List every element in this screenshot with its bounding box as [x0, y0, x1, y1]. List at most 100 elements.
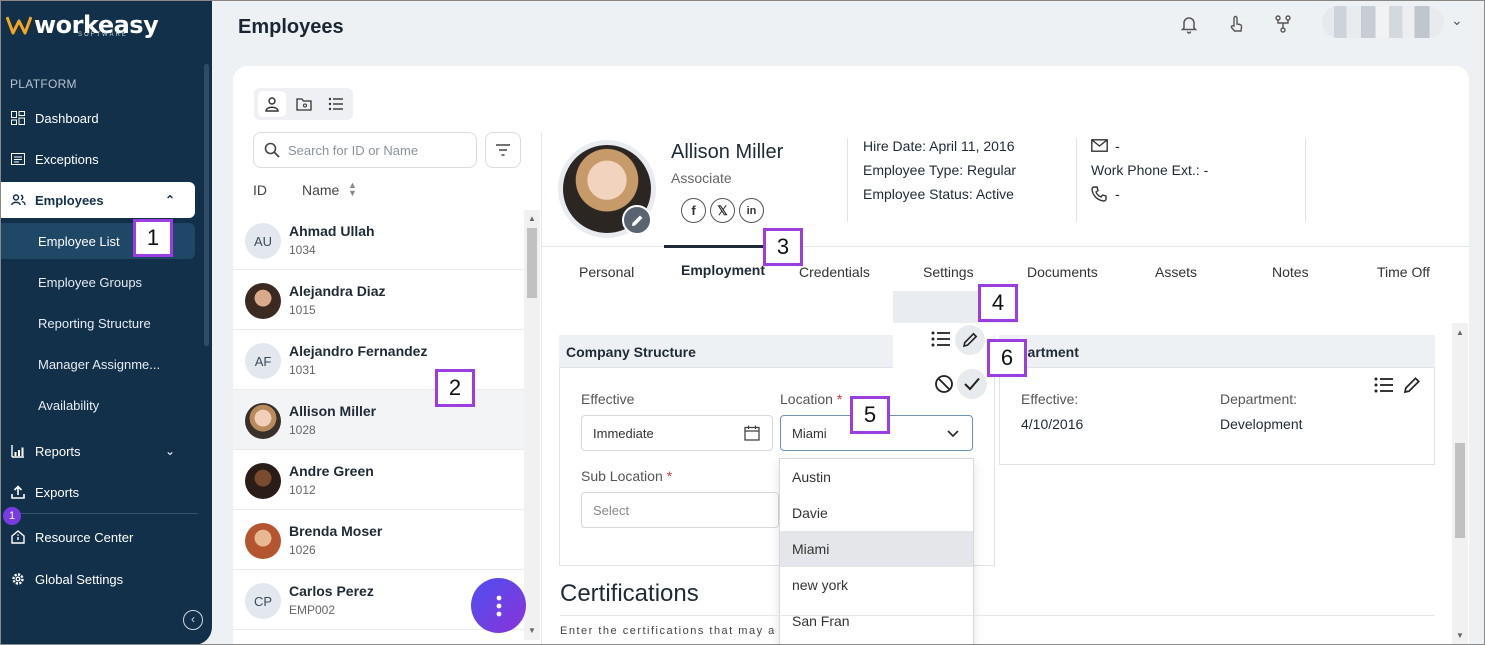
- content-scrollbar[interactable]: ▲ ▼: [1452, 323, 1468, 645]
- phone-value: -: [1115, 186, 1120, 202]
- certifications-divider: [560, 615, 1435, 616]
- scroll-down-icon[interactable]: ▼: [528, 626, 536, 635]
- sidebar-scrollbar[interactable]: [204, 64, 209, 346]
- sidebar-subitem-reporting-structure[interactable]: Reporting Structure: [0, 305, 195, 341]
- bell-icon[interactable]: [1179, 14, 1199, 34]
- employee-name: Allison Miller: [289, 403, 377, 419]
- certifications-title: Certifications: [560, 580, 699, 607]
- profile-divider: [847, 138, 848, 222]
- list-item[interactable]: Andre Green 1012: [233, 450, 524, 510]
- platform-section-label: PLATFORM: [10, 77, 77, 91]
- certifications-subtitle: Enter the certifications that may a: [560, 625, 776, 637]
- dropdown-option[interactable]: Davie: [780, 495, 973, 531]
- sidebar-item-reports[interactable]: Reports ⌄: [0, 433, 195, 469]
- user-avatar[interactable]: [1322, 6, 1444, 38]
- effective-field[interactable]: Immediate: [581, 415, 773, 451]
- more-actions-button[interactable]: [471, 578, 526, 633]
- column-header-name[interactable]: Name: [302, 182, 339, 198]
- x-twitter-icon[interactable]: 𝕏: [710, 198, 735, 223]
- pencil-icon[interactable]: [1401, 374, 1423, 396]
- tab-settings[interactable]: Settings: [923, 264, 974, 280]
- sidebar-item-dashboard[interactable]: Dashboard: [0, 100, 195, 136]
- scroll-up-icon[interactable]: ▲: [528, 214, 536, 223]
- employee-list: AU Ahmad Ullah 1034 Alejandra Diaz 1015 …: [233, 210, 524, 645]
- upload-icon: [10, 484, 26, 500]
- sidebar-subitem-employee-groups[interactable]: Employee Groups: [0, 264, 195, 300]
- facebook-icon[interactable]: f: [681, 198, 706, 223]
- filter-button[interactable]: [485, 132, 521, 168]
- profile-divider: [1076, 138, 1077, 222]
- employee-name: Alejandro Fernandez: [289, 343, 428, 359]
- list-icon: [328, 97, 343, 111]
- location-label: Location *: [780, 391, 843, 407]
- list-item[interactable]: Brenda Moser 1026: [233, 510, 524, 570]
- confirm-button[interactable]: [957, 369, 987, 399]
- resource-icon: [10, 529, 26, 545]
- scroll-up-icon[interactable]: ▲: [1456, 328, 1464, 337]
- list-scrollbar[interactable]: ▲ ▼: [524, 210, 540, 640]
- sort-icon[interactable]: ▲ ▼: [348, 181, 357, 198]
- scroll-down-icon[interactable]: ▼: [1456, 631, 1464, 640]
- phone-icon: [1091, 186, 1107, 202]
- sidebar-subitem-availability[interactable]: Availability: [0, 387, 195, 423]
- chevron-left-icon: ‹: [191, 612, 195, 626]
- tab-assets[interactable]: Assets: [1155, 264, 1197, 280]
- employee-name: Ahmad Ullah: [289, 223, 375, 239]
- collapse-sidebar-button[interactable]: ‹: [183, 610, 203, 630]
- dropdown-option[interactable]: new york: [780, 567, 973, 603]
- chevron-down-icon: ⌄: [164, 444, 175, 458]
- employee-type: Employee Type: Regular: [863, 162, 1017, 178]
- sidebar-subitem-manager-assignments[interactable]: Manager Assignme...: [0, 346, 195, 382]
- list-item[interactable]: AF Alejandro Fernandez 1031: [233, 330, 524, 390]
- tab-notes[interactable]: Notes: [1272, 264, 1309, 280]
- sidebar-item-global-settings[interactable]: Global Settings: [0, 561, 195, 597]
- sidebar-item-exceptions[interactable]: Exceptions: [0, 141, 195, 177]
- sidebar-item-employees[interactable]: Employees ⌃: [0, 182, 195, 218]
- sub-location-placeholder: Select: [593, 502, 630, 518]
- touch-icon[interactable]: [1226, 14, 1246, 34]
- chevron-down-icon[interactable]: ⌄: [1451, 12, 1463, 29]
- edit-button[interactable]: [955, 325, 985, 355]
- location-value: Miami: [792, 425, 827, 441]
- list-item[interactable]: Alejandra Diaz 1015: [233, 270, 524, 330]
- dropdown-option-selected[interactable]: Miami: [780, 531, 973, 567]
- search-input[interactable]: [288, 142, 468, 158]
- list-view-button[interactable]: [322, 91, 350, 117]
- edit-photo-button[interactable]: [622, 205, 652, 235]
- dropdown-option[interactable]: Austin: [780, 459, 973, 495]
- org-chart-icon[interactable]: [1273, 14, 1293, 34]
- column-header-id[interactable]: ID: [253, 182, 267, 198]
- folder-view-button[interactable]: [290, 91, 318, 117]
- linkedin-icon[interactable]: in: [739, 198, 764, 223]
- employee-id: 1031: [289, 363, 316, 377]
- avatar: [245, 523, 281, 559]
- tab-employment[interactable]: Employment: [681, 262, 765, 278]
- sub-location-select[interactable]: Select: [581, 492, 779, 528]
- sidebar-item-label: Exceptions: [35, 151, 99, 167]
- sidebar: workeasy SOFTWARE PLATFORM Dashboard Exc…: [0, 0, 212, 645]
- list-item[interactable]: AU Ahmad Ullah 1034: [233, 210, 524, 270]
- sidebar-item-label: Exports: [35, 484, 80, 500]
- scrollbar-thumb[interactable]: [527, 228, 537, 298]
- checkmark-icon: [964, 377, 980, 391]
- sidebar-item-resource-center[interactable]: Resource Center: [0, 519, 195, 555]
- person-view-button[interactable]: [258, 91, 286, 117]
- tab-credentials[interactable]: Credentials: [799, 264, 870, 280]
- tab-documents[interactable]: Documents: [1027, 264, 1098, 280]
- cancel-icon[interactable]: [933, 373, 955, 395]
- tab-time-off[interactable]: Time Off: [1377, 264, 1430, 280]
- dropdown-option[interactable]: San Fran: [780, 603, 973, 639]
- pencil-icon: [962, 332, 978, 348]
- work-phone-ext: Work Phone Ext.: -: [1091, 162, 1209, 178]
- list-icon[interactable]: [930, 328, 952, 350]
- sidebar-item-exports[interactable]: Exports: [0, 474, 195, 510]
- effective-value: Immediate: [593, 425, 654, 441]
- calendar-icon[interactable]: [744, 425, 760, 441]
- list-item-selected[interactable]: Allison Miller 1028: [233, 390, 524, 450]
- employee-name: Carlos Perez: [289, 583, 374, 599]
- department-effective-value: 4/10/2016: [1021, 416, 1084, 432]
- list-icon[interactable]: [1373, 374, 1395, 396]
- email-icon: [1091, 139, 1108, 152]
- tab-personal[interactable]: Personal: [579, 264, 634, 280]
- scrollbar-thumb[interactable]: [1455, 443, 1465, 538]
